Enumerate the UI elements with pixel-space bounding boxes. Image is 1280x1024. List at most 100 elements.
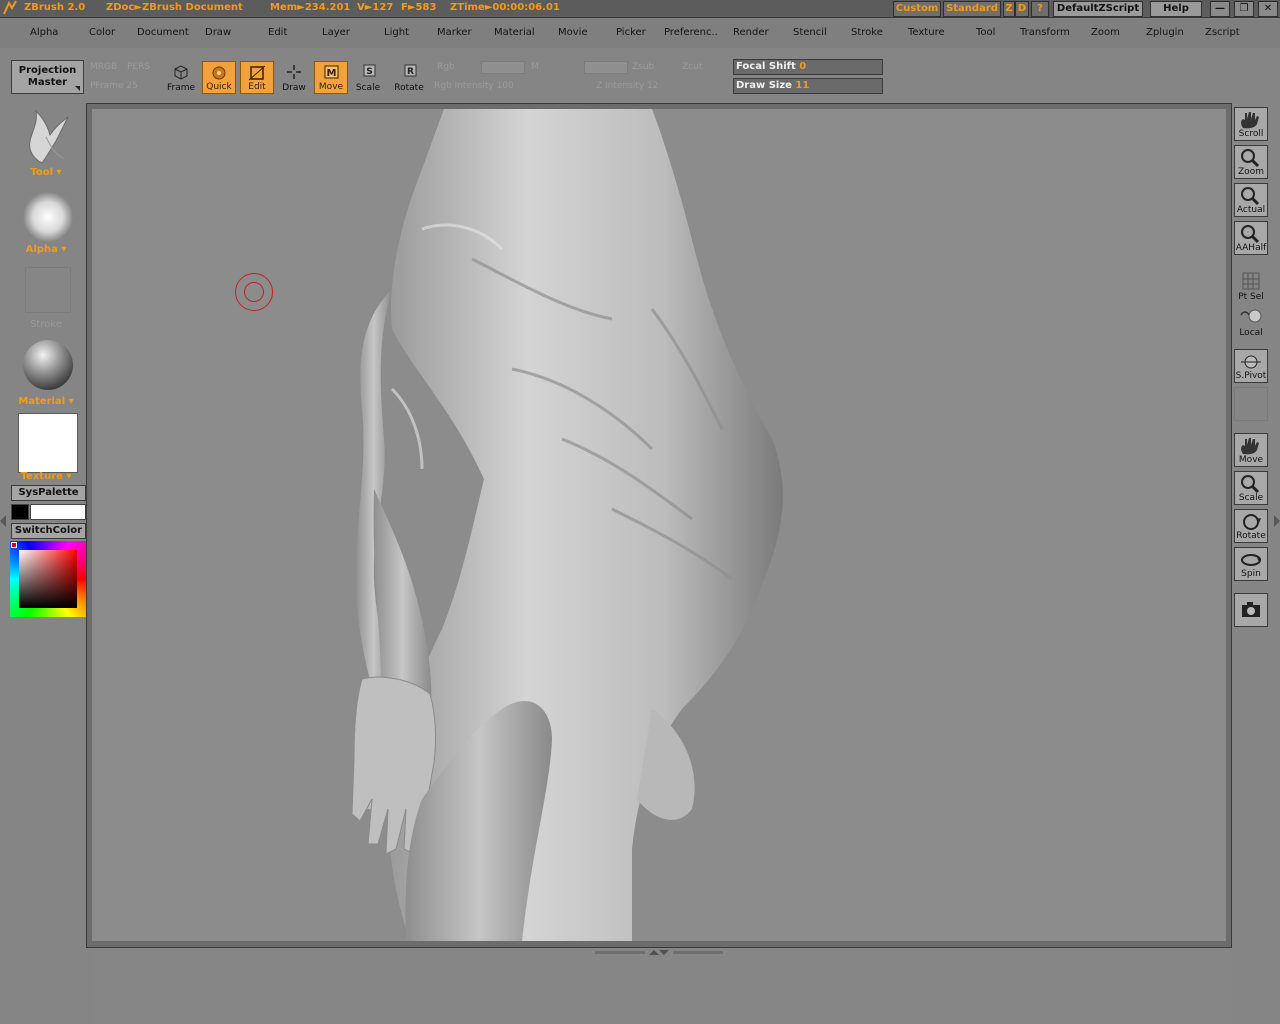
material-label[interactable]: Material ▾ <box>0 396 92 407</box>
draw-size-value: 11 <box>795 80 810 91</box>
aahalf-button[interactable]: AAHalf <box>1234 221 1268 255</box>
menu-movie[interactable]: Movie <box>558 27 588 38</box>
zoom-button[interactable]: Zoom <box>1234 145 1268 179</box>
restore-icon[interactable]: ❐ <box>1234 1 1254 17</box>
menu-texture[interactable]: Texture <box>908 27 945 38</box>
color-picker[interactable] <box>10 541 86 617</box>
faces-readout: F►583 <box>401 2 437 13</box>
standard-button[interactable]: Standard <box>943 1 1001 17</box>
alpha-label[interactable]: Alpha ▾ <box>0 244 92 255</box>
aahalf-label: AAHalf <box>1235 243 1267 253</box>
minimize-icon[interactable]: — <box>1210 1 1230 17</box>
rgb-button[interactable]: Rgb <box>437 62 455 72</box>
zsub-button[interactable]: Zsub <box>632 62 654 72</box>
local-button[interactable]: Local <box>1234 305 1268 339</box>
projection-master-button[interactable]: Projection Master <box>11 60 84 94</box>
move-m-icon: M <box>324 65 339 79</box>
switchcolor-button[interactable]: SwitchColor <box>11 523 86 539</box>
scroll-button[interactable]: Scroll <box>1234 107 1268 141</box>
menu-render[interactable]: Render <box>733 27 769 38</box>
focal-shift-slider[interactable]: Focal Shift 0 <box>733 59 883 75</box>
rotate-label: Rotate <box>394 83 424 93</box>
menu-zoom[interactable]: Zoom <box>1091 27 1120 38</box>
magnifier-aahalf-icon <box>1241 225 1260 244</box>
menu-color[interactable]: Color <box>89 27 115 38</box>
menu-layer[interactable]: Layer <box>322 27 350 38</box>
disabled-button-slot <box>1234 387 1268 421</box>
menu-edit[interactable]: Edit <box>268 27 287 38</box>
document-canvas[interactable] <box>92 109 1226 941</box>
secondary-color-swatch[interactable] <box>11 504 29 520</box>
menu-stencil[interactable]: Stencil <box>793 27 827 38</box>
default-zscript-button[interactable]: DefaultZScript <box>1053 1 1143 17</box>
scale-button[interactable]: S Scale <box>351 61 385 94</box>
custom-button[interactable]: Custom <box>893 1 941 17</box>
menu-picker[interactable]: Picker <box>616 27 646 38</box>
quick-button[interactable]: Quick <box>202 61 236 94</box>
draw-label: Draw <box>282 83 306 93</box>
s-pivot-button[interactable]: S.Pivot <box>1234 349 1268 383</box>
menu-zplugin[interactable]: Zplugin <box>1146 27 1184 38</box>
mrgb-button[interactable]: MRGB <box>90 62 117 72</box>
draw-button[interactable]: Draw <box>277 61 311 94</box>
pframe-slider[interactable]: PFrame 25 <box>90 81 138 91</box>
close-icon[interactable]: ✕ <box>1258 1 1278 17</box>
app-title: ZBrush 2.0 <box>24 2 86 13</box>
bottom-tray-handle-icon[interactable] <box>595 948 723 956</box>
zbrush-logo-icon[interactable] <box>2 0 18 19</box>
move-view-button[interactable]: Move <box>1234 433 1268 467</box>
rgb-intensity-slider[interactable]: Rgb Intensity 100 <box>434 81 514 91</box>
scale-view-button[interactable]: Scale <box>1234 471 1268 505</box>
d-button[interactable]: D <box>1015 1 1029 17</box>
menu-tool[interactable]: Tool <box>976 27 995 38</box>
brush-cursor-icon <box>235 273 273 311</box>
stroke-thumbnail-icon[interactable] <box>25 267 71 313</box>
pt-sel-button[interactable]: Pt Sel <box>1234 269 1268 303</box>
rotate-view-label: Rotate <box>1236 531 1266 541</box>
pers-button[interactable]: PERS <box>127 62 150 72</box>
zadd-button[interactable] <box>584 61 628 74</box>
menu-light[interactable]: Light <box>384 27 409 38</box>
frame-button[interactable]: Frame <box>164 61 198 94</box>
syspalette-button[interactable]: SysPalette <box>11 485 86 501</box>
right-collapse-arrow-icon[interactable] <box>1274 515 1280 527</box>
menu-preferences[interactable]: Preferenc.. <box>664 27 718 38</box>
sculpt-figure[interactable] <box>92 109 1226 941</box>
m-button[interactable]: M <box>531 62 539 72</box>
brush-cursor-inner-icon <box>244 282 264 302</box>
tool-label[interactable]: Tool ▾ <box>0 167 92 178</box>
rotate-r-icon: R <box>404 64 417 77</box>
rgb-swatch[interactable] <box>481 61 525 74</box>
texture-swatch[interactable] <box>18 413 78 473</box>
edit-button[interactable]: Edit <box>240 61 274 94</box>
menu-transform[interactable]: Transform <box>1020 27 1070 38</box>
help-question-button[interactable]: ? <box>1031 1 1049 17</box>
z-intensity-slider[interactable]: Z Intensity 12 <box>596 81 659 91</box>
main-color-swatch[interactable] <box>30 504 86 520</box>
help-button[interactable]: Help <box>1150 1 1202 17</box>
texture-label[interactable]: Texture ▾ <box>0 471 92 482</box>
menu-marker[interactable]: Marker <box>437 27 472 38</box>
menu-alpha[interactable]: Alpha <box>30 27 58 38</box>
material-sphere-icon[interactable] <box>22 339 74 391</box>
menu-material[interactable]: Material <box>494 27 535 38</box>
tool-thumbnail-icon[interactable] <box>22 107 74 169</box>
move-button[interactable]: M Move <box>314 61 348 94</box>
zcut-button[interactable]: Zcut <box>682 62 702 72</box>
alpha-thumbnail-icon[interactable] <box>22 191 74 243</box>
z-button[interactable]: Z <box>1003 1 1015 17</box>
snapshot-button[interactable] <box>1234 593 1268 627</box>
menu-stroke[interactable]: Stroke <box>851 27 883 38</box>
menu-zscript[interactable]: Zscript <box>1205 27 1240 38</box>
left-collapse-arrow-icon[interactable] <box>0 515 6 527</box>
stroke-label[interactable]: Stroke <box>0 319 92 330</box>
rotate-button[interactable]: R Rotate <box>392 61 426 94</box>
draw-size-slider[interactable]: Draw Size 11 <box>733 78 883 94</box>
color-picker-square[interactable] <box>19 550 77 608</box>
move-label: Move <box>318 82 344 92</box>
menu-draw[interactable]: Draw <box>205 27 231 38</box>
actual-button[interactable]: Actual <box>1234 183 1268 217</box>
menu-document[interactable]: Document <box>137 27 189 38</box>
rotate-view-button[interactable]: Rotate <box>1234 509 1268 543</box>
spin-button[interactable]: Spin <box>1234 547 1268 581</box>
